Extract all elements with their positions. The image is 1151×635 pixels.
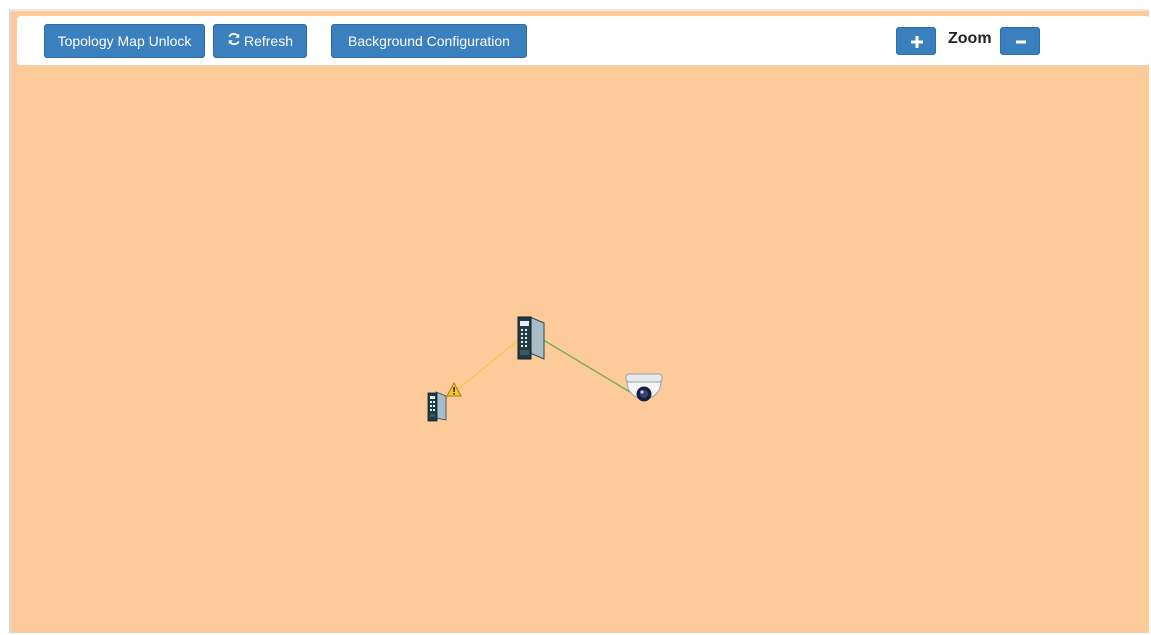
warning-icon[interactable] bbox=[446, 381, 462, 397]
switch-small-icon[interactable] bbox=[427, 391, 447, 422]
link-switch-main-to-camera bbox=[539, 337, 631, 393]
topology-canvas bbox=[427, 316, 663, 422]
camera-icon[interactable] bbox=[625, 373, 663, 402]
switch-main-icon[interactable] bbox=[517, 316, 545, 360]
